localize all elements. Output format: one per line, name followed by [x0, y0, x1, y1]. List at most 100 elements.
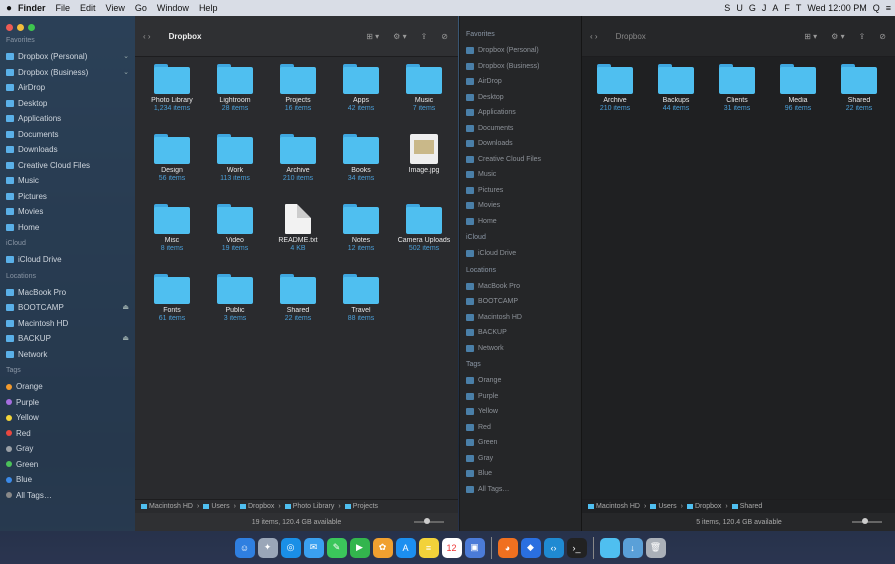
sidebar-item[interactable]: All Tags…	[0, 488, 135, 504]
sidebar-item[interactable]: Dropbox (Business) ⌄	[0, 65, 135, 81]
file-item[interactable]: Image.jpg	[395, 134, 453, 175]
file-item[interactable]: Books 34 items	[332, 134, 390, 183]
sidebar-item[interactable]: Macintosh HD	[460, 310, 582, 326]
file-item[interactable]: Backups 44 items	[647, 64, 705, 113]
dock-safari-icon[interactable]: ◎	[280, 537, 301, 558]
status-menu-item[interactable]: T	[796, 3, 802, 13]
file-item[interactable]: Public 3 items	[206, 274, 264, 323]
sidebar-item[interactable]: Red	[0, 426, 135, 442]
minimize-window-icon[interactable]	[17, 24, 24, 31]
file-item[interactable]: Projects 16 items	[269, 64, 327, 113]
sidebar-item[interactable]: Dropbox (Business)	[460, 59, 582, 75]
eject-icon[interactable]: ⌄	[123, 49, 129, 65]
sidebar-item[interactable]: Gray	[460, 451, 582, 467]
toolbar-button[interactable]: ⊞ ▾	[366, 32, 379, 41]
dock-mail-icon[interactable]: ✉	[303, 537, 324, 558]
sidebar-item[interactable]: Blue	[460, 466, 582, 482]
sidebar-item[interactable]: Network	[0, 347, 135, 363]
file-item[interactable]: Fonts 61 items	[143, 274, 201, 323]
status-menu-item[interactable]: S	[724, 3, 730, 13]
slider-knob-2[interactable]	[862, 518, 868, 524]
status-menu-item[interactable]: U	[736, 3, 743, 13]
status-menu-item[interactable]: ≡	[886, 3, 891, 13]
path-segment[interactable]: Shared	[731, 503, 762, 510]
file-item[interactable]: Misc 8 items	[143, 204, 201, 253]
dock-dropbox-icon[interactable]: ◆	[520, 537, 541, 558]
path-segment[interactable]: Macintosh HD	[141, 503, 193, 510]
sidebar-item[interactable]: Network	[460, 341, 582, 357]
sidebar-item[interactable]: Orange	[0, 379, 135, 395]
sidebar-item[interactable]: Creative Cloud Files	[0, 158, 135, 174]
icon-size-slider[interactable]	[414, 518, 444, 524]
menu-edit[interactable]: Edit	[80, 3, 96, 13]
sidebar-item[interactable]: BACKUP	[460, 325, 582, 341]
file-item[interactable]: README.txt 4 KB	[269, 204, 327, 253]
icon-size-slider-2[interactable]	[852, 518, 882, 524]
sidebar-item[interactable]: Green	[0, 457, 135, 473]
sidebar-item[interactable]: Desktop	[0, 96, 135, 112]
sidebar-item[interactable]: MacBook Pro	[0, 285, 135, 301]
zoom-window-icon[interactable]	[28, 24, 35, 31]
file-item[interactable]: Clients 31 items	[708, 64, 766, 113]
file-item[interactable]: Music 7 items	[395, 64, 453, 113]
dock-trash-icon[interactable]: 🗑	[645, 537, 666, 558]
toolbar-button[interactable]: ⇪	[859, 32, 866, 41]
sidebar-item[interactable]: Downloads	[0, 142, 135, 158]
sidebar-item[interactable]: BOOTCAMP ⏏	[0, 300, 135, 316]
menu-help[interactable]: Help	[199, 3, 218, 13]
dock-messages-icon[interactable]: ✎	[326, 537, 347, 558]
file-item[interactable]: Work 113 items	[206, 134, 264, 183]
close-window-icon[interactable]	[6, 24, 13, 31]
toolbar-button[interactable]: ⚙ ▾	[831, 32, 844, 41]
toolbar-button[interactable]: ⊘	[441, 32, 448, 41]
toolbar-button[interactable]: ⇪	[421, 32, 428, 41]
back-forward-buttons[interactable]: ‹ ›	[143, 32, 151, 41]
dock-vs-code-icon[interactable]: ‹›	[543, 537, 564, 558]
dock-app-store-icon[interactable]: A	[395, 537, 416, 558]
sidebar-item[interactable]: iCloud Drive	[0, 252, 135, 268]
toolbar-button[interactable]: ⊞ ▾	[804, 32, 817, 41]
dock-preview-icon[interactable]: ▣	[464, 537, 485, 558]
file-item[interactable]: Archive 210 items	[269, 134, 327, 183]
sidebar-item[interactable]: Yellow	[460, 404, 582, 420]
file-item[interactable]: Shared 22 items	[830, 64, 888, 113]
sidebar-item[interactable]: Green	[460, 435, 582, 451]
file-item[interactable]: Archive 210 items	[586, 64, 644, 113]
file-item[interactable]: Design 56 items	[143, 134, 201, 183]
file-item[interactable]: Video 19 items	[206, 204, 264, 253]
file-item[interactable]: Shared 22 items	[269, 274, 327, 323]
apple-menu-icon[interactable]: ●	[0, 3, 18, 14]
sidebar-item[interactable]: Music	[460, 167, 582, 183]
menu-view[interactable]: View	[106, 3, 125, 13]
file-item[interactable]: Notes 12 items	[332, 204, 390, 253]
eject-icon[interactable]: ⏏	[122, 331, 129, 347]
sidebar-item[interactable]: Red	[460, 420, 582, 436]
menu-finder[interactable]: Finder	[18, 3, 46, 13]
sidebar-item[interactable]: Movies	[0, 204, 135, 220]
sidebar-item[interactable]: Gray	[0, 441, 135, 457]
sidebar-item[interactable]: Dropbox (Personal)	[460, 43, 582, 59]
sidebar-item[interactable]: Purple	[0, 395, 135, 411]
menu-go[interactable]: Go	[135, 3, 147, 13]
sidebar-item[interactable]: BACKUP ⏏	[0, 331, 135, 347]
path-segment[interactable]: Users	[650, 503, 677, 510]
status-menu-item[interactable]: F	[784, 3, 790, 13]
path-segment[interactable]: Projects	[344, 503, 378, 510]
status-menu-item[interactable]: Wed 12:00 PM	[807, 3, 866, 13]
sidebar-item[interactable]: Blue	[0, 472, 135, 488]
sidebar-item[interactable]: Yellow	[0, 410, 135, 426]
path-segment[interactable]: Dropbox	[686, 503, 721, 510]
sidebar-item[interactable]: Dropbox (Personal) ⌄	[0, 49, 135, 65]
menu-window[interactable]: Window	[157, 3, 189, 13]
sidebar-item[interactable]: Documents	[460, 121, 582, 137]
sidebar-item[interactable]: Pictures	[0, 189, 135, 205]
file-item[interactable]: Travel 88 items	[332, 274, 390, 323]
sidebar-item[interactable]: iCloud Drive	[460, 246, 582, 262]
sidebar-item[interactable]: Purple	[460, 389, 582, 405]
path-segment[interactable]: Photo Library	[284, 503, 334, 510]
dock-downloads-icon[interactable]: ↓	[622, 537, 643, 558]
sidebar-item[interactable]: Documents	[0, 127, 135, 143]
sidebar-item[interactable]: Creative Cloud Files	[460, 152, 582, 168]
file-item[interactable]: Media 96 items	[769, 64, 827, 113]
sidebar-item[interactable]: All Tags…	[460, 482, 582, 498]
